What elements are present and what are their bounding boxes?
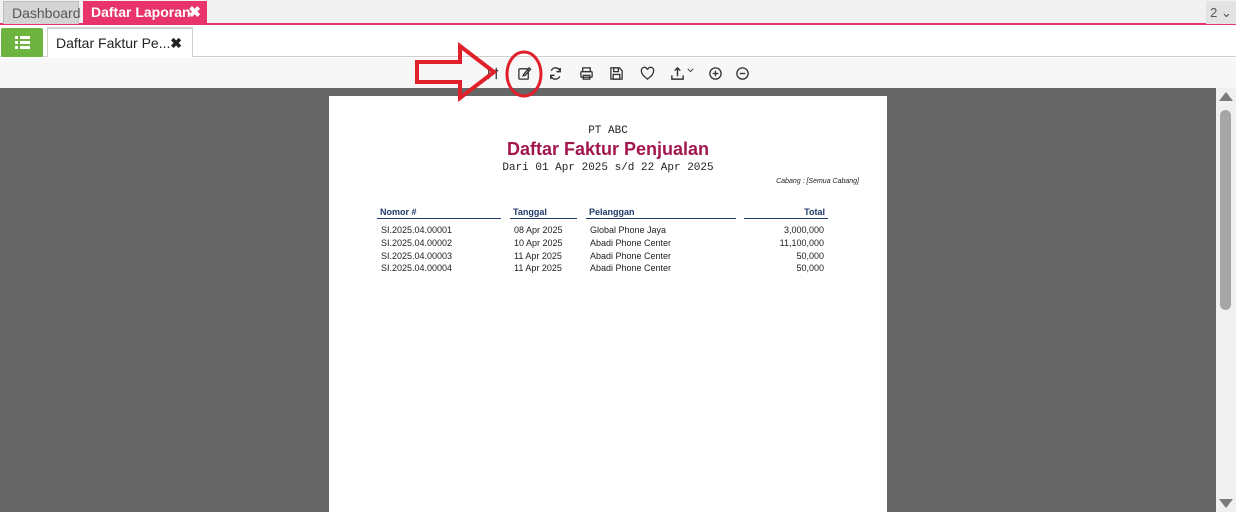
company-name: PT ABC [588, 125, 628, 137]
report-toolbar [0, 58, 1236, 88]
report-page: PT ABC Daftar Faktur Penjualan Dari 01 A… [329, 96, 887, 512]
upload-icon [670, 66, 684, 80]
cell-total: 3,000,000 [783, 225, 824, 235]
annotation-arrow-circle [415, 42, 543, 103]
cell-tanggal: 11 Apr 2025 [514, 263, 562, 273]
close-icon[interactable]: ✖ [188, 1, 201, 24]
tab-dashboard-label: Dashboard [12, 5, 81, 21]
cell-nomor: SI.2025.04.00002 [381, 238, 453, 248]
heart-icon [640, 66, 654, 80]
cell-tanggal: 10 Apr 2025 [514, 238, 563, 248]
vertical-scrollbar[interactable] [1216, 88, 1236, 512]
cell-tanggal: 08 Apr 2025 [514, 225, 563, 235]
favorite-button[interactable] [636, 63, 658, 83]
cell-total: 50,000 [796, 263, 824, 273]
export-button[interactable] [667, 63, 697, 83]
cell-pelanggan: Abadi Phone Center [590, 238, 672, 248]
cell-tanggal: 11 Apr 2025 [514, 251, 562, 261]
branch-filter: Cabang : [Semua Cabang] [776, 178, 859, 185]
chevron-down-icon [686, 68, 694, 73]
tab-dashboard[interactable]: Dashboard [3, 1, 81, 24]
cell-total: 50,000 [796, 251, 824, 261]
tab-daftar-laporan[interactable]: Daftar Laporan ✖ [83, 1, 207, 24]
zoom-in-icon [708, 66, 722, 80]
tab-daftar-laporan-label: Daftar Laporan [91, 4, 191, 20]
printer-icon [579, 66, 593, 80]
report-tab-row: Daftar Faktur Pe... ✖ [0, 27, 1236, 57]
tab-daftar-faktur[interactable]: Daftar Faktur Pe... ✖ [47, 27, 193, 57]
cell-nomor: SI.2025.04.00001 [381, 225, 453, 235]
annotation-arrow [415, 42, 498, 103]
cell-pelanggan: Abadi Phone Center [590, 263, 672, 273]
cell-nomor: SI.2025.04.00004 [381, 263, 453, 273]
save-icon [609, 66, 623, 80]
header-tanggal: Tanggal [510, 207, 577, 219]
tab-daftar-faktur-label: Daftar Faktur Pe... [56, 35, 171, 51]
cell-total: 11,100,000 [779, 238, 824, 248]
refresh-icon [549, 66, 561, 80]
scroll-down-icon[interactable] [1219, 499, 1233, 508]
cell-nomor: SI.2025.04.00003 [381, 251, 453, 261]
report-title: Daftar Faktur Penjualan [506, 139, 710, 159]
tab-counter-dropdown[interactable]: 2 ⌄ [1206, 1, 1236, 24]
cell-pelanggan: Abadi Phone Center [590, 251, 672, 261]
annotation-circle [505, 50, 543, 98]
save-button[interactable] [605, 63, 627, 83]
cell-pelanggan: Global Phone Jaya [590, 225, 667, 235]
scroll-thumb[interactable] [1220, 110, 1231, 310]
report-period: Dari 01 Apr 2025 s/d 22 Apr 2025 [502, 162, 714, 174]
menu-list-button[interactable] [1, 28, 43, 57]
header-nomor: Nomor # [377, 207, 501, 219]
zoom-out-button[interactable] [731, 63, 753, 83]
scroll-up-icon[interactable] [1219, 92, 1233, 101]
header-pelanggan: Pelanggan [586, 207, 736, 219]
header-total: Total [744, 207, 828, 219]
zoom-out-icon [735, 66, 749, 80]
zoom-in-button[interactable] [704, 63, 726, 83]
close-icon[interactable]: ✖ [170, 29, 182, 57]
top-tab-bar: Dashboard Daftar Laporan ✖ 2 ⌄ [0, 0, 1236, 25]
print-button[interactable] [575, 63, 597, 83]
list-icon [15, 36, 30, 49]
